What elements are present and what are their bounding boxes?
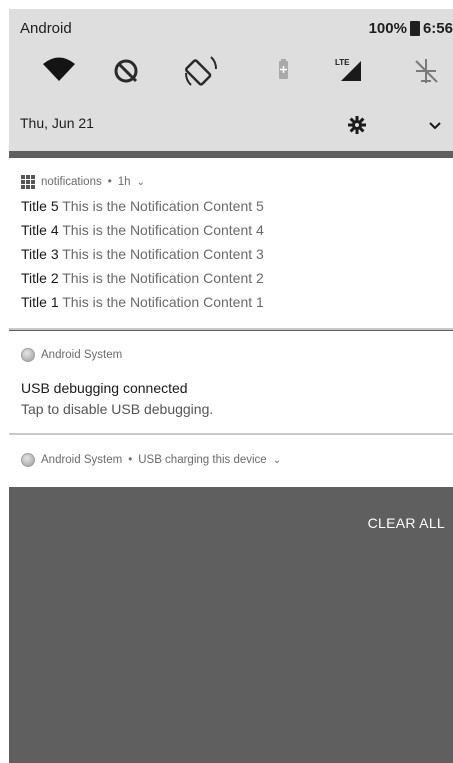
app-name: Android System [41, 349, 123, 361]
usb-charging-text: USB charging this device [138, 454, 267, 466]
date-row: Thu, Jun 21 [9, 99, 453, 151]
app-name: notifications [41, 176, 102, 188]
notification-line[interactable]: Title 2 This is the Notification Content… [21, 270, 264, 286]
settings-gear-icon[interactable] [345, 113, 369, 137]
do-not-disturb-off-icon[interactable] [106, 51, 146, 91]
notification-title: Title 4 [21, 222, 59, 238]
divider [9, 328, 453, 330]
quick-settings-panel: Android 100% 6:56 LTE Thu, Jun 21 [9, 9, 453, 151]
wifi-icon[interactable] [39, 51, 79, 91]
lte-signal-icon[interactable]: LTE [331, 51, 371, 91]
notification-content: This is the Notification Content 4 [62, 222, 264, 238]
android-system-icon [21, 453, 35, 467]
battery-saver-icon[interactable] [263, 51, 303, 91]
notification-shade: Android 100% 6:56 LTE Thu, Jun 21 notifi… [9, 9, 453, 763]
notification-line[interactable]: Title 5 This is the Notification Content… [21, 198, 264, 214]
time-ago: 1h [117, 176, 131, 188]
notification-content: This is the Notification Content 1 [62, 294, 264, 310]
status-right: 100% 6:56 [369, 20, 453, 37]
chevron-down-icon[interactable]: ⌄ [137, 177, 145, 188]
notification-line[interactable]: Title 1 This is the Notification Content… [21, 294, 264, 310]
notification-content: This is the Notification Content 3 [62, 246, 264, 262]
battery-percent: 100% [368, 20, 407, 37]
notification-line[interactable]: Title 4 This is the Notification Content… [21, 222, 264, 238]
clear-all-button[interactable]: CLEAR ALL [368, 515, 445, 531]
quick-settings-tiles: LTE [9, 51, 453, 91]
usb-debugging-card[interactable]: Android System USB debugging connected T… [9, 331, 453, 433]
separator-dot: • [107, 176, 112, 188]
app-name: Android System [41, 454, 123, 466]
status-title: Android [20, 20, 72, 37]
auto-rotate-icon[interactable] [181, 51, 221, 91]
usb-charging-card[interactable]: Android System • USB charging this devic… [9, 435, 453, 487]
expand-chevron-icon[interactable] [423, 113, 447, 137]
usb-debugging-header: Android System [21, 348, 122, 362]
clock: 6:56 [422, 20, 453, 37]
usb-debugging-title: USB debugging connected [21, 380, 188, 396]
notification-content: This is the Notification Content 2 [62, 270, 264, 286]
notification-group-card[interactable]: notifications • 1h ⌄ Title 5 This is the… [9, 158, 453, 328]
notification-title: Title 3 [21, 246, 59, 262]
battery-icon [409, 21, 420, 36]
svg-text:LTE: LTE [335, 58, 350, 67]
usb-charging-header[interactable]: Android System • USB charging this devic… [21, 453, 281, 467]
notification-group-header[interactable]: notifications • 1h ⌄ [21, 175, 145, 189]
date-label: Thu, Jun 21 [20, 115, 94, 131]
chevron-down-icon[interactable]: ⌄ [273, 455, 281, 466]
app-grid-icon [21, 175, 35, 189]
android-system-icon [21, 348, 35, 362]
notification-line[interactable]: Title 3 This is the Notification Content… [21, 246, 264, 262]
status-bar: Android 100% 6:56 [9, 9, 453, 45]
notification-title: Title 5 [21, 198, 59, 214]
notification-title: Title 2 [21, 270, 59, 286]
airplane-mode-icon[interactable] [406, 51, 446, 91]
notification-title: Title 1 [21, 294, 59, 310]
separator-dot: • [128, 454, 133, 466]
notification-content: This is the Notification Content 5 [62, 198, 264, 214]
usb-debugging-text: Tap to disable USB debugging. [21, 401, 214, 417]
